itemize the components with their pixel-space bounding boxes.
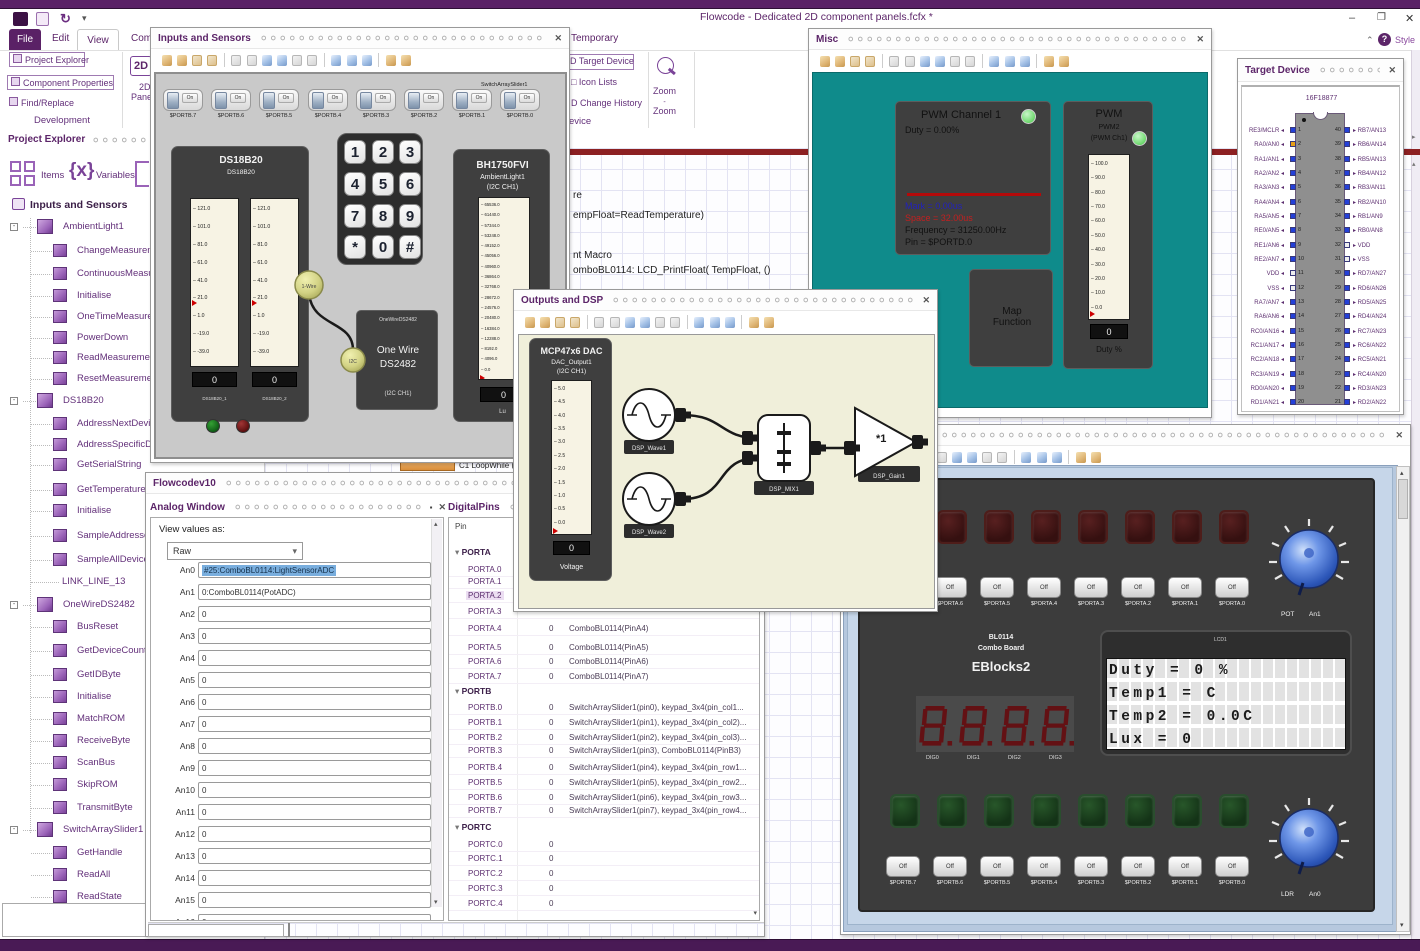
svg-text:DSP_Wave2: DSP_Wave2 xyxy=(632,530,667,536)
svg-text:DSP_Wave1: DSP_Wave1 xyxy=(632,446,667,452)
svg-text:I2C: I2C xyxy=(349,359,357,365)
svg-text:DSP_MIX1: DSP_MIX1 xyxy=(769,487,799,493)
svg-text:*1: *1 xyxy=(876,433,886,445)
svg-text:DSP_Gain1: DSP_Gain1 xyxy=(873,474,905,480)
svg-text:1-Wire: 1-Wire xyxy=(302,284,317,290)
